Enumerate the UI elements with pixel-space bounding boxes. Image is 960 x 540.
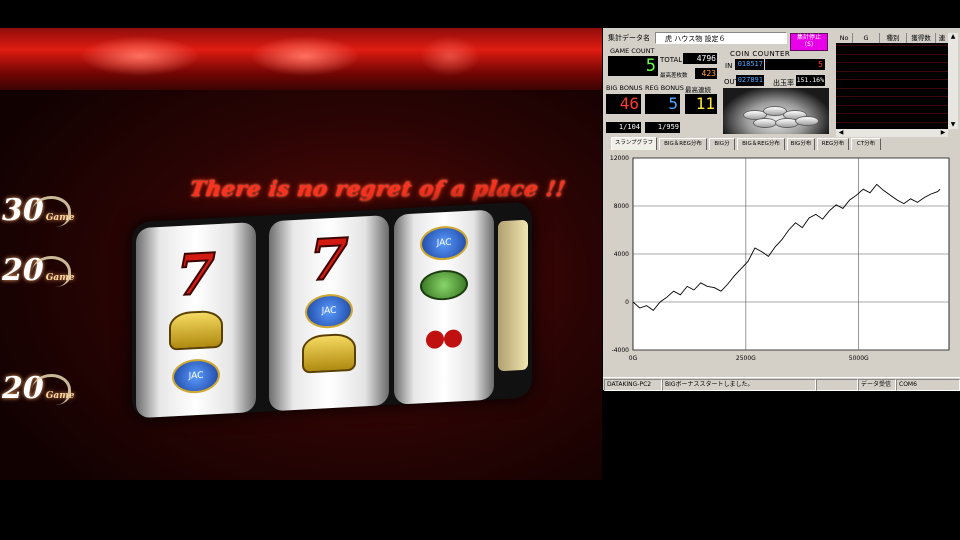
list-row-divider bbox=[836, 79, 948, 80]
coin-out-display: 027891 bbox=[736, 75, 764, 86]
max-hold-label: 最高差枚数 bbox=[660, 73, 688, 79]
data-name-field[interactable]: 虎 ハウス物 設定６ bbox=[655, 32, 787, 44]
coin-pile-image bbox=[723, 88, 829, 134]
list-row-divider bbox=[836, 53, 948, 55]
big-probability-display: 1/104 bbox=[606, 122, 641, 133]
list-row-divider bbox=[836, 121, 948, 123]
y-tick-label: -4000 bbox=[612, 347, 630, 354]
machine-tagline: There is no regret of a place !! bbox=[188, 176, 568, 201]
status-message: BIGボーナススタートしました。 bbox=[662, 379, 816, 391]
reg-probability-display: 1/959 bbox=[645, 122, 680, 133]
cherry-symbol bbox=[424, 313, 464, 350]
in-label: IN bbox=[725, 62, 733, 70]
coin-in-right-display: 5 bbox=[765, 59, 825, 70]
y-tick-label: 12000 bbox=[610, 155, 629, 162]
scroll-left-icon[interactable]: ◀ bbox=[836, 129, 846, 137]
slot-reels: 7 JAC 7 JAC JAC bbox=[132, 201, 532, 419]
scroll-right-icon[interactable]: ▶ bbox=[938, 129, 948, 137]
tab-big-reg-distribution-2[interactable]: BIG＆REG分布 bbox=[737, 138, 785, 150]
max-hold-display: 423 bbox=[695, 68, 717, 79]
data-name-label: 集計データ名 bbox=[608, 34, 650, 42]
reg-bonus-label: REG BONUS bbox=[645, 84, 684, 92]
col-no[interactable]: No bbox=[836, 33, 853, 43]
coin-in-display: 018517 bbox=[735, 59, 764, 70]
tab-ct-distribution[interactable]: CT分布 bbox=[851, 138, 881, 150]
total-label: TOTAL bbox=[660, 56, 683, 64]
x-tick-label: 0G bbox=[629, 355, 638, 362]
tab-big-distribution[interactable]: BIG分布 bbox=[787, 138, 815, 150]
list-row-divider bbox=[836, 96, 948, 97]
total-display: 4796 bbox=[683, 53, 717, 64]
bell-symbol bbox=[302, 332, 356, 374]
coin-counter-label: COIN COUNTER bbox=[730, 50, 791, 58]
payout-label: 出玉率 bbox=[773, 79, 794, 87]
status-empty bbox=[816, 379, 858, 391]
payout-display: 151.16% bbox=[796, 75, 825, 86]
tab-big-interval[interactable]: BIG分 bbox=[709, 138, 735, 150]
bonus-history-list[interactable]: No G 種別 獲得数 連 bbox=[836, 33, 948, 129]
list-row-divider bbox=[836, 45, 948, 46]
tab-big-reg-distribution[interactable]: BIG＆REG分布 bbox=[659, 138, 707, 150]
watermelon-symbol bbox=[420, 268, 468, 302]
max-streak-display: 11 bbox=[685, 94, 717, 114]
data-counter-panel: 集計データ名 虎 ハウス物 設定６ 集計停止 (S) GAME COUNT 5 … bbox=[603, 28, 960, 391]
max-streak-label: 最高連続 bbox=[685, 86, 711, 94]
seven-symbol: 7 bbox=[309, 225, 350, 295]
x-tick-label: 2500G bbox=[736, 355, 756, 362]
scroll-up-icon[interactable]: ▲ bbox=[948, 33, 958, 41]
slump-graph: 12000 8000 4000 0 -40000G 2500G 5000G bbox=[610, 155, 950, 362]
list-row-divider bbox=[836, 113, 948, 114]
big-bonus-display: 46 bbox=[606, 94, 641, 114]
scroll-down-icon[interactable]: ▼ bbox=[948, 121, 958, 129]
status-pc-name: DATAKING-PC2 bbox=[604, 379, 662, 391]
list-header: No G 種別 獲得数 連 bbox=[836, 33, 948, 43]
list-row-divider bbox=[836, 87, 948, 89]
tab-slump-graph[interactable]: スランプグラフ bbox=[611, 137, 657, 150]
list-row-divider bbox=[836, 70, 948, 72]
y-tick-label: 4000 bbox=[614, 251, 629, 258]
reg-bonus-display: 5 bbox=[645, 94, 680, 114]
col-payout[interactable]: 獲得数 bbox=[907, 33, 936, 43]
game-badge-20-lower: 20 Game bbox=[2, 371, 75, 406]
tab-reg-distribution[interactable]: REG分布 bbox=[817, 138, 849, 150]
status-data-receive: データ受信 bbox=[858, 379, 896, 391]
x-tick-label: 5000G bbox=[849, 355, 869, 362]
col-games[interactable]: G bbox=[853, 33, 880, 43]
y-tick-label: 0 bbox=[625, 299, 629, 306]
reel-right: JAC bbox=[394, 209, 494, 405]
game-count-label: GAME COUNT bbox=[610, 47, 655, 55]
stop-aggregation-button[interactable]: 集計停止 (S) bbox=[790, 33, 828, 51]
slot-machine-video: There is no regret of a place !! 30 Game … bbox=[0, 28, 602, 480]
status-bar: DATAKING-PC2 BIGボーナススタートしました。 データ受信 COM6 bbox=[603, 377, 960, 391]
col-streak[interactable]: 連 bbox=[936, 33, 948, 43]
col-type[interactable]: 種別 bbox=[880, 33, 907, 43]
list-row-divider bbox=[836, 104, 948, 106]
machine-top-light-bar bbox=[0, 28, 602, 90]
list-row-divider bbox=[836, 62, 948, 63]
bell-symbol bbox=[169, 309, 223, 351]
reel-left: 7 JAC bbox=[136, 221, 256, 419]
reel-center: 7 JAC bbox=[269, 215, 389, 412]
seven-symbol: 7 bbox=[176, 240, 217, 310]
game-badge-20: 20 Game bbox=[2, 253, 75, 288]
list-vertical-scrollbar[interactable]: ▲ ▼ bbox=[948, 33, 958, 129]
jac-symbol: JAC bbox=[305, 292, 353, 330]
reel-window-edge bbox=[498, 219, 528, 372]
status-com-port: COM6 bbox=[896, 379, 960, 391]
big-bonus-label: BIG BONUS bbox=[606, 84, 643, 92]
game-badge-30: 30 Game bbox=[2, 193, 75, 228]
jac-symbol: JAC bbox=[172, 357, 220, 395]
jac-symbol: JAC bbox=[420, 224, 468, 262]
game-count-display: 5 bbox=[608, 56, 658, 76]
list-horizontal-scrollbar[interactable]: ◀ ▶ bbox=[836, 129, 948, 137]
y-tick-label: 8000 bbox=[614, 203, 629, 210]
